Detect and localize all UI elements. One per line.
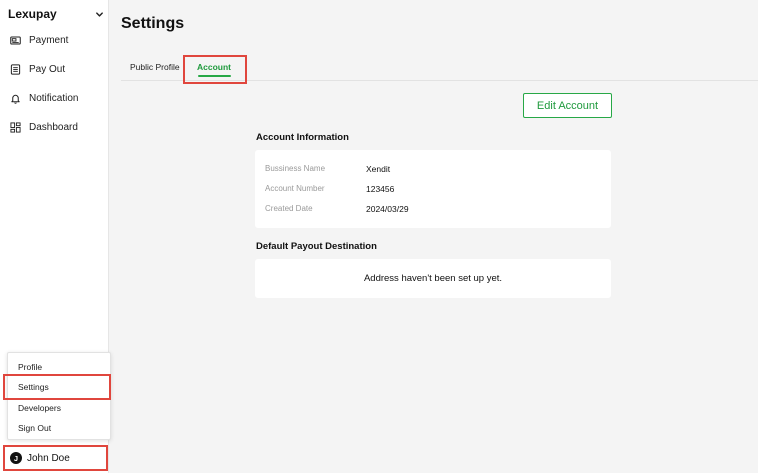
sidebar-item-payment[interactable]: Payment xyxy=(10,32,68,48)
page-title: Settings xyxy=(121,15,185,32)
menu-item-sign-out[interactable]: Sign Out xyxy=(18,423,51,433)
workspace-switcher[interactable]: Lexupay xyxy=(8,6,104,22)
payment-icon xyxy=(10,35,21,46)
avatar: J xyxy=(10,452,22,464)
dashboard-grid-icon xyxy=(10,121,21,133)
sidebar-item-pay-out[interactable]: Pay Out xyxy=(10,61,65,77)
sidebar-item-label: Dashboard xyxy=(29,121,78,133)
payout-destination-card: Address haven't been set up yet. xyxy=(255,259,611,298)
edit-account-button[interactable]: Edit Account xyxy=(523,93,612,118)
account-information-heading: Account Information xyxy=(256,132,349,143)
brand-name: Lexupay xyxy=(8,7,57,21)
chevron-down-icon xyxy=(94,9,104,19)
created-date-value: 2024/03/29 xyxy=(366,204,409,214)
account-number-value: 123456 xyxy=(366,184,395,194)
sidebar-item-label: Notification xyxy=(29,92,79,104)
user-name: John Doe xyxy=(27,452,70,464)
business-name-value: Xendit xyxy=(366,164,391,174)
sidebar-item-notification[interactable]: Notification xyxy=(10,90,78,106)
payout-destination-heading: Default Payout Destination xyxy=(256,241,377,252)
created-date-label: Created Date xyxy=(265,204,313,213)
business-name-label: Bussiness Name xyxy=(265,164,326,173)
sidebar-item-dashboard[interactable]: Dashboard xyxy=(10,119,78,135)
payout-list-icon xyxy=(10,63,21,75)
bell-icon xyxy=(10,93,21,104)
account-number-label: Account Number xyxy=(265,184,325,193)
sidebar-item-label: Payment xyxy=(29,34,69,46)
user-account-button[interactable]: J John Doe xyxy=(3,445,108,471)
settings-highlight-box xyxy=(3,374,111,400)
menu-item-developers[interactable]: Developers xyxy=(18,403,61,413)
menu-item-profile[interactable]: Profile xyxy=(18,362,42,372)
sidebar-item-label: Pay Out xyxy=(29,63,66,75)
account-tab-highlight-box xyxy=(183,55,247,84)
tab-public-profile[interactable]: Public Profile xyxy=(130,62,180,72)
payout-empty-message: Address haven't been set up yet. xyxy=(363,273,503,284)
